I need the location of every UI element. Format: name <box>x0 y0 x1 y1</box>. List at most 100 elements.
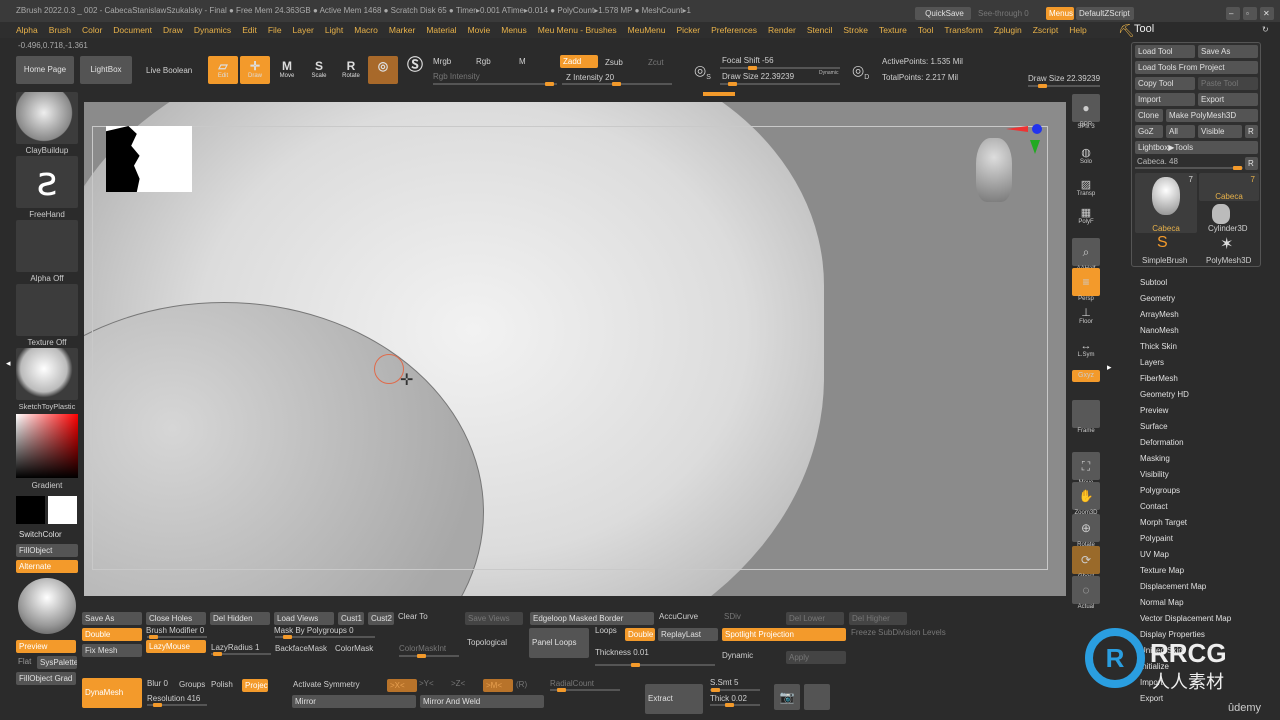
visible-button[interactable]: Visible <box>1198 125 1242 138</box>
primary-color-swatch[interactable] <box>48 496 77 524</box>
menu-item[interactable]: File <box>268 22 282 38</box>
sdiv-control[interactable]: SDiv <box>724 612 741 621</box>
menu-item[interactable]: Material <box>426 22 456 38</box>
export-button[interactable]: Export <box>1198 93 1258 106</box>
focal-shift-slider[interactable]: Focal Shift -56 <box>722 56 774 65</box>
lightbox-tools-button[interactable]: Lightbox▶Tools <box>1135 141 1258 154</box>
refresh-icon[interactable]: ↻ <box>1262 25 1269 34</box>
save-views-control[interactable]: Save Views <box>465 612 523 625</box>
shelf-bpr-button[interactable]: ● BPR <box>1072 94 1100 128</box>
switch-color-button[interactable]: SwitchColor <box>16 528 78 541</box>
radialcount-control[interactable]: RadialCount <box>550 679 594 688</box>
colormaskint-control[interactable]: ColorMaskInt <box>399 644 446 653</box>
edgeloop-control[interactable]: Edgeloop Masked Border <box>530 612 654 625</box>
shelf-solo-button[interactable]: ◍ Solo <box>1072 146 1100 165</box>
project-control[interactable]: Project <box>242 679 268 692</box>
z-intensity-track[interactable] <box>562 82 672 86</box>
mrgb-button[interactable]: Mrgb <box>433 57 451 66</box>
shelf-l-sym-button[interactable]: ↔ L.Sym <box>1072 340 1100 358</box>
gizmo-z-axis[interactable] <box>1032 124 1042 134</box>
preview-button[interactable]: Preview <box>16 640 76 653</box>
subpalette-displacement-map[interactable]: Displacement Map <box>1140 582 1206 591</box>
rgb-button[interactable]: Rgb <box>476 57 491 66</box>
subpalette-polygroups[interactable]: Polygroups <box>1140 486 1180 495</box>
menu-item[interactable]: Document <box>113 22 152 38</box>
camera-icon[interactable]: 📷 <box>774 684 800 710</box>
minimize-button[interactable]: – <box>1226 7 1240 20</box>
freeze-control[interactable]: Freeze SubDivision Levels <box>851 628 946 637</box>
subpalette-nanomesh[interactable]: NanoMesh <box>1140 326 1179 335</box>
menu-item[interactable]: Preferences <box>711 22 757 38</box>
accucurve-control[interactable]: AccuCurve <box>659 612 698 621</box>
subpalette-vector-displacement-map[interactable]: Vector Displacement Map <box>1140 614 1231 623</box>
shelf-persp-button[interactable]: ≡ Persp <box>1072 268 1100 302</box>
menu-item[interactable]: Stroke <box>843 22 868 38</box>
menu-item[interactable]: Dynamics <box>194 22 231 38</box>
alternate-button[interactable]: Alternate <box>16 560 78 573</box>
subpalette-arraymesh[interactable]: ArrayMesh <box>1140 310 1179 319</box>
menu-item[interactable]: MeuMenu <box>628 22 666 38</box>
zadd-button[interactable]: Zadd <box>560 55 598 68</box>
loops-control[interactable]: Loops <box>595 626 617 635</box>
menu-item[interactable]: Picker <box>676 22 700 38</box>
flat-button[interactable]: Flat <box>18 657 31 666</box>
dynamesh-control[interactable]: DynaMesh <box>82 678 142 708</box>
menu-item[interactable]: Zscript <box>1033 22 1059 38</box>
menu-item[interactable]: Marker <box>389 22 415 38</box>
see-through-slider[interactable]: See-through 0 <box>978 9 1029 18</box>
m-button[interactable]: M <box>519 57 526 66</box>
menu-item[interactable]: Edit <box>242 22 257 38</box>
shelf-rotate-button[interactable]: ⊕ Rotate <box>1072 514 1100 548</box>
backfacemask-control[interactable]: BackfaceMask <box>275 644 327 653</box>
shelf-zoom3d-button[interactable]: ✋ Zoom3D <box>1072 482 1100 516</box>
load-tools-from-project-button[interactable]: Load Tools From Project <box>1135 61 1258 74</box>
subpalette-fibermesh[interactable]: FiberMesh <box>1140 374 1178 383</box>
del-lower-control[interactable]: Del Lower <box>786 612 844 625</box>
slider-track[interactable] <box>550 688 620 692</box>
ssmt-control[interactable]: S.Smt 5 <box>710 678 738 687</box>
shelf-aahalf-button[interactable]: ⌕AAHalf <box>1072 238 1100 272</box>
navigation-head-gizmo[interactable] <box>976 138 1012 202</box>
shelf-floor-button[interactable]: ⊥ Floor <box>1072 306 1100 325</box>
thickness-control[interactable]: Thickness 0.01 <box>595 648 649 657</box>
r-button[interactable]: R <box>1245 125 1258 138</box>
polish-control[interactable]: Polish <box>211 680 233 689</box>
menu-item[interactable]: Meu Menu - Brushes <box>538 22 617 38</box>
shelf-frame-button[interactable]: Frame <box>1072 400 1100 434</box>
subpalette-masking[interactable]: Masking <box>1140 454 1170 463</box>
mask-by-polygroups-control[interactable]: Mask By Polygroups 0 <box>274 626 354 635</box>
load-tool-button[interactable]: Load Tool <box>1135 45 1195 58</box>
shelf-polyf-button[interactable]: ▦ PolyF <box>1072 206 1100 225</box>
brush-picker[interactable]: ClayBuildup <box>16 92 78 155</box>
brush-modifier-control[interactable]: Brush Modifier 0 <box>146 626 204 635</box>
fix-mesh-control[interactable]: Fix Mesh <box>82 644 142 657</box>
menu-item[interactable]: Texture <box>879 22 907 38</box>
spotlight-control[interactable]: Spotlight Projection <box>722 628 846 641</box>
material-picker[interactable]: SketchToyPlastic <box>16 348 78 411</box>
menu-item[interactable]: Movie <box>468 22 491 38</box>
z-intensity-slider[interactable]: Z Intensity 20 <box>566 73 614 82</box>
slider-track[interactable] <box>147 635 207 639</box>
stroke-s-button[interactable]: Ⓢ <box>400 56 430 84</box>
rotate-button[interactable]: R Rotate <box>336 56 366 84</box>
subpalette-texture-map[interactable]: Texture Map <box>1140 566 1184 575</box>
edit-button[interactable]: ▱ Edit <box>208 56 238 84</box>
subpalette-geometry-hd[interactable]: Geometry HD <box>1140 390 1189 399</box>
cust2-control[interactable]: Cust2 <box>368 612 394 625</box>
subpalette-layers[interactable]: Layers <box>1140 358 1164 367</box>
quicksave-button[interactable]: QuickSave <box>915 7 971 20</box>
copy-tool-button[interactable]: Copy Tool <box>1135 77 1195 90</box>
mirror-weld-control[interactable]: Mirror And Weld <box>420 695 544 708</box>
paste-tool-button[interactable]: Paste Tool <box>1198 77 1258 90</box>
draw-size-right-track[interactable] <box>1028 84 1100 88</box>
subpalette-subtool[interactable]: Subtool <box>1140 278 1167 287</box>
lazyradius-control[interactable]: LazyRadius 1 <box>211 643 259 652</box>
subpalette-deformation[interactable]: Deformation <box>1140 438 1184 447</box>
topological-control[interactable]: Topological <box>467 638 507 647</box>
z-control[interactable]: >Z< <box>451 679 465 688</box>
extract-control[interactable]: Extract <box>645 684 703 714</box>
material-sphere-button[interactable]: ◎ <box>368 56 398 84</box>
dynamic-button[interactable]: Dynamic <box>819 70 838 76</box>
tool-thumb-simplebrush[interactable]: SimpleBrush <box>1142 256 1187 265</box>
scale-button[interactable]: S Scale <box>304 56 334 84</box>
